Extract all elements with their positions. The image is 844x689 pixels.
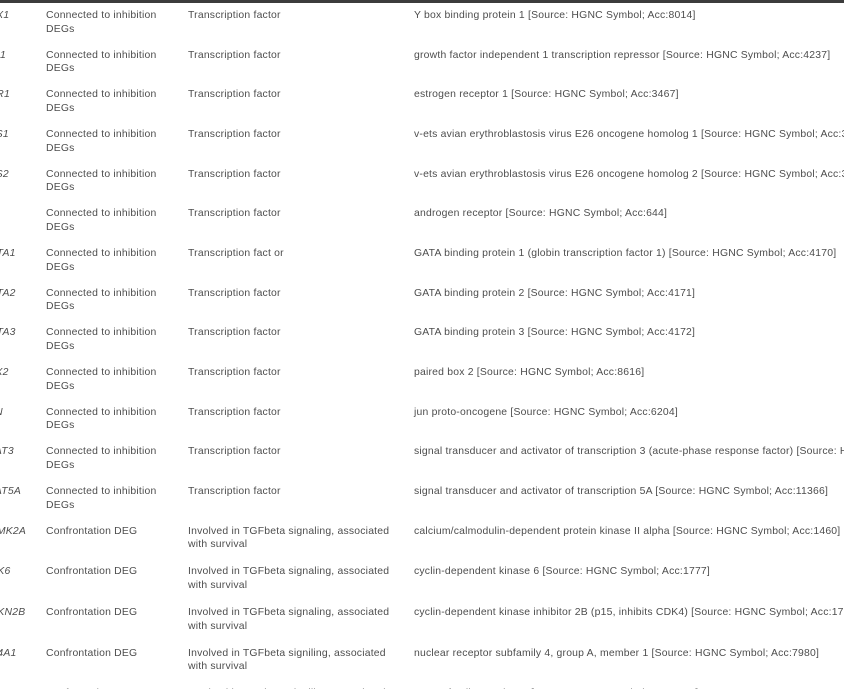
table-row: CDK6 Confrontation DEG Involved in TGFbeta… xyxy=(0,559,844,600)
gene-function: Transcription fact or xyxy=(188,247,284,259)
gene-description: GATA binding protein 2 [Source: HGNC Sym… xyxy=(414,287,696,299)
gene-symbol: CAMK2A xyxy=(0,525,26,537)
gene-description: signal transducer and activator of trans… xyxy=(414,446,844,458)
gene-status: Connected to inhibition DEGs xyxy=(46,247,157,273)
gene-symbol: GATA1 xyxy=(0,247,16,259)
table-row: GATA1 Connected to inhibition DEGs Transcr… xyxy=(0,241,844,281)
gene-symbol: SMAD3 xyxy=(0,681,46,689)
gene-function: Transcription factor xyxy=(188,208,281,220)
gene-status: Connected to inhibition DEGs xyxy=(46,406,157,432)
gene-function: Transcription factor xyxy=(188,128,281,140)
gene-status: Connected to inhibition DEGs xyxy=(46,446,157,472)
gene-function: Involved in TGFbeta signaling, associate… xyxy=(188,525,390,551)
gene-function: Transcription factor xyxy=(188,366,281,378)
gene-status: Connected to inhibition DEGs xyxy=(46,10,157,35)
gene-symbol: CDKN2B xyxy=(0,606,26,618)
table-page: YBX1 Connected to inhibition DEGs Transcri… xyxy=(0,0,844,689)
gene-status: Confrontation DEG xyxy=(46,681,188,689)
gene-symbol: GATA2 xyxy=(0,287,16,299)
gene-function: Transcription factor xyxy=(188,287,281,299)
table-row: YBX1 Connected to inhibition DEGs Transcri… xyxy=(0,3,844,43)
gene-symbol: ETS2 xyxy=(0,168,9,180)
gene-symbol: ESR1 xyxy=(0,89,10,101)
gene-function: Transcription factor xyxy=(188,168,281,180)
gene-symbol: STAT5A xyxy=(0,485,21,497)
table-row: CDKN2B Confrontation DEG Involved in TGFbe… xyxy=(0,600,844,641)
gene-description: cyclin-dependent kinase 6 [Source: HGNC … xyxy=(414,566,711,578)
table-row: SMAD3Confrontation DEGInvolved in TGFbet… xyxy=(0,681,844,689)
table-row: STAT3 Connected to inhibition DEGs Transcr… xyxy=(0,439,844,479)
gene-function: Transcription factor xyxy=(188,10,281,21)
gene-symbol: PAX2 xyxy=(0,366,9,378)
gene-status: Connected to inhibition DEGs xyxy=(46,89,157,115)
gene-function: Transcription factor xyxy=(188,89,281,101)
gene-function: Involved in TGFbeta signaling, associate… xyxy=(188,606,390,632)
gene-description: paired box 2 [Source: HGNC Symbol; Acc:8… xyxy=(414,366,645,378)
gene-symbol: STAT3 xyxy=(0,446,14,458)
gene-description: androgen receptor [Source: HGNC Symbol; … xyxy=(414,208,668,220)
table-row: ESR1 Connected to inhibition DEGs Transcri… xyxy=(0,82,844,122)
gene-description: v-ets avian erythroblastosis virus E26 o… xyxy=(414,168,844,180)
gene-symbol: AR xyxy=(0,201,46,241)
gene-description: growth factor independent 1 transcriptio… xyxy=(414,49,831,61)
gene-function: Involved in TGFbeta signiling, associate… xyxy=(188,647,386,673)
gene-description: signal transducer and activator of trans… xyxy=(414,485,829,497)
gene-description: estrogen receptor 1 [Source: HGNC Symbol… xyxy=(414,89,679,101)
gene-description: SMAD family member 3 [Source: HGNC Symbo… xyxy=(414,681,844,689)
gene-description: v-ets avian erythroblastosis virus E26 o… xyxy=(414,128,844,140)
gene-symbol: ETS1 xyxy=(0,128,9,140)
gene-function: Transcription factor xyxy=(188,49,281,61)
gene-status: Connected to inhibition DEGs xyxy=(46,366,157,392)
gene-status: Confrontation DEG xyxy=(46,566,138,578)
gene-description: Y box binding protein 1 [Source: HGNC Sy… xyxy=(414,10,696,21)
gene-status: Connected to inhibition DEGs xyxy=(46,327,157,353)
gene-symbol: YBX1 xyxy=(0,10,10,21)
gene-symbol: JUN xyxy=(0,400,46,440)
table-row: PAX2 Connected to inhibition DEGs Transcri… xyxy=(0,360,844,400)
table-row: GATA3 Connected to inhibition DEGs Transcr… xyxy=(0,320,844,360)
gene-symbol: GATA3 xyxy=(0,327,16,339)
gene-description: GATA binding protein 1 (globin transcrip… xyxy=(414,247,837,259)
table-row: GFI1 Connected to inhibition DEGs Transcri… xyxy=(0,43,844,83)
table-row: ETS1 Connected to inhibition DEGs Transcri… xyxy=(0,122,844,162)
table-body: YBX1 Connected to inhibition DEGs Transcri… xyxy=(0,3,844,689)
gene-symbol: GFI1 xyxy=(0,49,6,61)
table-row: ETS2 Connected to inhibition DEGs Transcri… xyxy=(0,162,844,202)
table-row: JUNConnected to inhibition DEGs Transcrip… xyxy=(0,400,844,440)
gene-status: Connected to inhibition DEGs xyxy=(46,128,157,154)
gene-description: GATA binding protein 3 [Source: HGNC Sym… xyxy=(414,327,696,339)
gene-annotation-table: YBX1 Connected to inhibition DEGs Transcri… xyxy=(0,3,844,689)
gene-description: nuclear receptor subfamily 4, group A, m… xyxy=(414,647,820,659)
gene-symbol: CDK6 xyxy=(0,566,11,578)
gene-function: Involved in TGFbeta signiling, associate… xyxy=(188,681,414,689)
gene-description: cyclin-dependent kinase inhibitor 2B (p1… xyxy=(414,606,844,618)
gene-status: Connected to inhibition DEGs xyxy=(46,485,157,511)
gene-function: Transcription factor xyxy=(188,446,281,458)
gene-status: Connected to inhibition DEGs xyxy=(46,287,157,313)
gene-function: Involved in TGFbeta signaling, associate… xyxy=(188,566,390,592)
table-row: ARConnected to inhibition DEGs Transcript… xyxy=(0,201,844,241)
gene-status: Connected to inhibition DEGs xyxy=(46,168,157,194)
gene-status: Connected to inhibition DEGs xyxy=(46,49,157,75)
gene-symbol: NR4A1 xyxy=(0,647,17,659)
gene-function: Transcription factor xyxy=(188,327,281,339)
table-row: GATA2 Connected to inhibition DEGs Transcr… xyxy=(0,281,844,321)
gene-status: Confrontation DEG xyxy=(46,606,138,618)
gene-function: Transcription factor xyxy=(188,406,281,418)
gene-status: Confrontation DEG xyxy=(46,525,138,537)
gene-status: Confrontation DEG xyxy=(46,647,138,659)
table-row: STAT5A Connected to inhibition DEGs Transc… xyxy=(0,479,844,519)
table-row: NR4A1 Confrontation DEG Involved in TGFbet… xyxy=(0,641,844,682)
gene-status: Connected to inhibition DEGs xyxy=(46,208,157,234)
table-row: CAMK2A Confrontation DEG Involved in TGFbe… xyxy=(0,519,844,560)
gene-function: Transcription factor xyxy=(188,485,281,497)
gene-description: calcium/calmodulin-dependent protein kin… xyxy=(414,525,841,537)
gene-description: jun proto-oncogene [Source: HGNC Symbol;… xyxy=(414,406,678,418)
